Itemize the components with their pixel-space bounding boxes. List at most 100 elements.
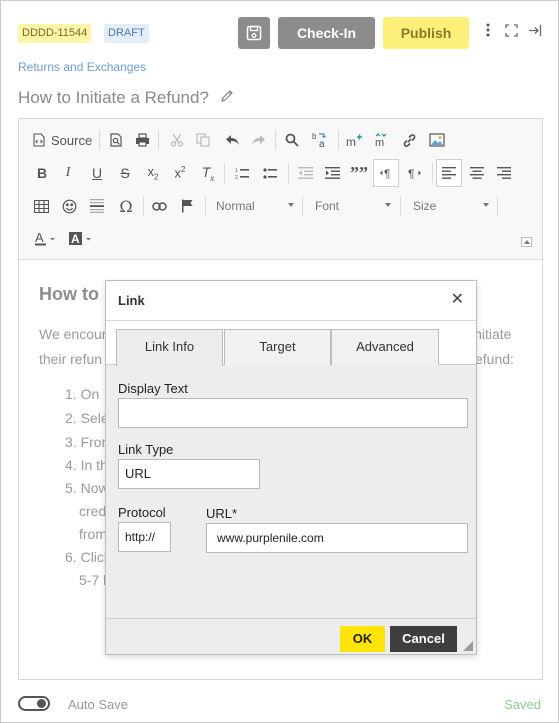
subscript-button[interactable]: x2 [144, 161, 162, 185]
link-type-select[interactable]: URL [118, 459, 260, 489]
increase-indent-button[interactable] [322, 161, 342, 185]
format-dropdown[interactable]: Normal [216, 194, 294, 218]
replace-icon: ba [312, 132, 326, 149]
search-icon [285, 133, 299, 147]
toolbar-divider [275, 130, 276, 150]
text-color-icon: A [35, 231, 55, 246]
svg-text:b: b [312, 132, 317, 141]
text-color-button[interactable]: A [31, 227, 61, 251]
auto-save-toggle[interactable] [18, 696, 50, 711]
content-paragraph-line: initiate [471, 326, 512, 342]
merge-tag-button[interactable]: m [371, 128, 391, 152]
collapse-toolbar-icon[interactable] [521, 237, 532, 247]
link-type-label: Link Type [118, 442, 174, 457]
align-center-button[interactable] [467, 161, 487, 185]
link-button[interactable] [399, 128, 419, 152]
table-button[interactable] [31, 194, 51, 218]
toolbar-divider [400, 196, 401, 216]
insert-merge-field-button[interactable]: m [344, 128, 364, 152]
tab-target[interactable]: Target [224, 329, 331, 365]
source-icon [33, 133, 45, 147]
remove-format-button[interactable]: Tx [199, 161, 217, 185]
align-right-button[interactable] [494, 161, 514, 185]
redo-button[interactable] [248, 128, 268, 152]
print-button[interactable] [132, 128, 152, 152]
background-color-button[interactable]: A [66, 227, 96, 251]
more-options-icon[interactable] [479, 23, 497, 43]
format-value: Normal [216, 199, 255, 213]
underline-button[interactable]: U [88, 161, 106, 185]
special-character-button[interactable]: Ω [116, 194, 136, 218]
anchor-button[interactable] [177, 194, 197, 218]
replace-button[interactable]: ba [309, 128, 331, 152]
background-color-icon: A [69, 232, 91, 246]
ltr-direction-button[interactable]: ¶ [373, 159, 399, 187]
toolbar-divider [158, 130, 159, 150]
decrease-indent-button[interactable] [295, 161, 315, 185]
svg-text:A: A [71, 232, 80, 246]
source-label: Source [51, 132, 93, 148]
preview-button[interactable] [106, 128, 126, 152]
page-title: How to Initiate a Refund? [18, 88, 209, 107]
content-paragraph-line: We encour [39, 326, 107, 342]
bold-icon: B [36, 165, 48, 181]
quote-icon: ”” [350, 162, 368, 183]
svg-text:¶: ¶ [384, 167, 390, 179]
rtl-direction-button[interactable]: ¶ [405, 161, 425, 185]
font-dropdown[interactable]: Font [315, 194, 391, 218]
url-input[interactable]: www.purplenile.com [206, 523, 468, 553]
dialog-footer: OK Cancel [106, 618, 476, 654]
find-button[interactable] [282, 128, 302, 152]
copy-button[interactable] [193, 128, 213, 152]
url-label: URL* [206, 506, 238, 521]
size-dropdown[interactable]: Size [413, 194, 489, 218]
resize-handle-icon[interactable] [463, 641, 473, 651]
emoji-button[interactable] [59, 194, 79, 218]
publish-button[interactable]: Publish [383, 17, 469, 49]
save-button[interactable] [238, 17, 270, 49]
align-left-icon [442, 167, 456, 179]
close-icon[interactable]: ✕ [451, 292, 464, 308]
image-button[interactable] [427, 128, 447, 152]
tab-advanced[interactable]: Advanced [331, 329, 439, 365]
display-text-input[interactable] [118, 398, 468, 428]
protocol-select[interactable]: http:// [118, 522, 171, 552]
chevron-down-icon [385, 203, 391, 207]
toolbar-divider [143, 196, 144, 216]
superscript-button[interactable]: x2 [171, 161, 189, 185]
insert-link-button[interactable] [149, 194, 169, 218]
align-center-icon [470, 167, 484, 179]
subscript-icon: x2 [147, 164, 159, 182]
toolbar-divider [99, 130, 100, 150]
link-icon [403, 133, 415, 147]
strikethrough-button[interactable]: S [116, 161, 134, 185]
ok-button[interactable]: OK [340, 626, 385, 652]
collapse-panel-icon[interactable] [526, 23, 544, 43]
horizontal-line-button[interactable] [87, 194, 107, 218]
toolbar-divider [205, 196, 206, 216]
bold-button[interactable]: B [33, 161, 51, 185]
bulleted-list-button[interactable] [260, 161, 280, 185]
blockquote-button[interactable]: ”” [349, 161, 369, 185]
undo-button[interactable] [222, 128, 242, 152]
italic-button[interactable]: I [59, 161, 77, 185]
fullscreen-icon[interactable] [502, 23, 520, 43]
list-item: 4. In th [65, 457, 108, 473]
merge-field-icon: m [346, 134, 362, 148]
check-in-button[interactable]: Check-In [278, 17, 375, 49]
align-left-button[interactable] [436, 159, 462, 187]
chevron-down-icon [288, 203, 294, 207]
editor-toolbar: Source b a m m B I U S x2 x2 Tx 1 2 ”” ¶… [19, 119, 542, 260]
breadcrumb[interactable]: Returns and Exchanges [18, 60, 146, 74]
cancel-button[interactable]: Cancel [390, 626, 457, 652]
cut-button[interactable] [167, 128, 187, 152]
numbered-list-button[interactable]: 12 [232, 161, 252, 185]
list-item: 5. Now [65, 480, 109, 496]
protocol-label: Protocol [118, 505, 166, 520]
tab-link-info[interactable]: Link Info [116, 329, 223, 366]
edit-title-icon[interactable] [220, 89, 234, 103]
chevron-down-icon [483, 203, 489, 207]
toolbar-divider [432, 163, 433, 183]
source-button[interactable]: Source [33, 128, 95, 152]
image-icon [429, 133, 445, 147]
